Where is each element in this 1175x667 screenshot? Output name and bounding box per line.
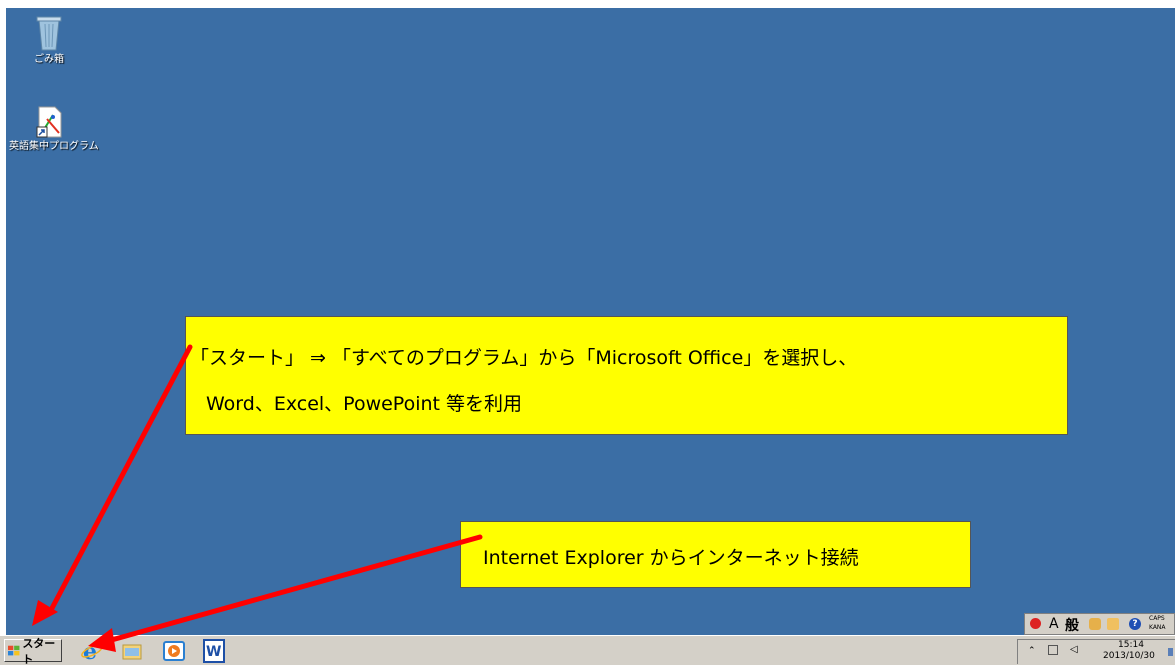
quick-launch-word[interactable]: W xyxy=(202,639,226,663)
recycle-bin-icon xyxy=(36,16,62,51)
ime-mode-a[interactable]: A xyxy=(1049,616,1059,632)
quick-launch-explorer[interactable] xyxy=(120,639,144,663)
desktop-icon-english-program[interactable]: 英語集中プログラム xyxy=(9,105,99,153)
help-icon[interactable]: ? xyxy=(1129,618,1141,630)
recycle-bin-label: ごみ箱 xyxy=(34,54,64,65)
quick-launch-media-player[interactable] xyxy=(162,639,186,663)
start-label: スタート xyxy=(22,636,56,666)
office-instruction-callout: 「スタート」 ⇒ 「すべてのプログラム」から「Microsoft Office」… xyxy=(185,316,1068,435)
taskbar: スタート e W ⌃ ◁ 15:14 2013/10/30 xyxy=(0,635,1175,666)
windows-logo-icon xyxy=(8,645,20,655)
ime-red-icon[interactable] xyxy=(1030,618,1041,629)
shortcut-icon xyxy=(36,106,62,138)
caps-indicator: CAPS xyxy=(1149,615,1165,622)
explorer-folder-icon xyxy=(122,644,142,660)
english-program-label: 英語集中プログラム xyxy=(9,141,99,152)
desktop-icon-recycle-bin[interactable]: ごみ箱 xyxy=(9,14,89,66)
ime-pad-icon[interactable] xyxy=(1089,618,1101,630)
media-player-icon xyxy=(163,641,185,661)
quick-launch-ie[interactable]: e xyxy=(80,639,104,665)
office-instruction-line2: Word、Excel、PowePoint 等を利用 xyxy=(206,393,523,415)
volume-icon[interactable]: ◁ xyxy=(1070,644,1078,655)
show-desktop-button[interactable] xyxy=(1168,648,1173,656)
clock-time[interactable]: 15:14 xyxy=(1118,640,1144,650)
clock-date[interactable]: 2013/10/30 xyxy=(1103,651,1155,661)
ime-mode-general[interactable]: 般 xyxy=(1065,615,1079,635)
start-button[interactable]: スタート xyxy=(4,637,62,666)
ime-tools-icon[interactable] xyxy=(1107,618,1119,630)
show-hidden-icons-icon[interactable]: ⌃ xyxy=(1028,646,1036,656)
system-tray: ⌃ ◁ 15:14 2013/10/30 xyxy=(1017,639,1175,664)
internet-instruction-callout: Internet Explorer からインターネット接続 xyxy=(460,521,971,588)
kana-indicator: KANA xyxy=(1149,624,1166,631)
svg-text:W: W xyxy=(206,644,221,660)
ie-icon: e xyxy=(81,639,103,665)
language-bar[interactable]: A 般 ? CAPS KANA xyxy=(1024,613,1175,635)
word-icon: W xyxy=(203,639,225,663)
office-instruction-line1: 「スタート」 ⇒ 「すべてのプログラム」から「Microsoft Office」… xyxy=(190,347,858,369)
network-icon[interactable] xyxy=(1048,645,1058,655)
internet-instruction-line1: Internet Explorer からインターネット接続 xyxy=(483,547,859,569)
